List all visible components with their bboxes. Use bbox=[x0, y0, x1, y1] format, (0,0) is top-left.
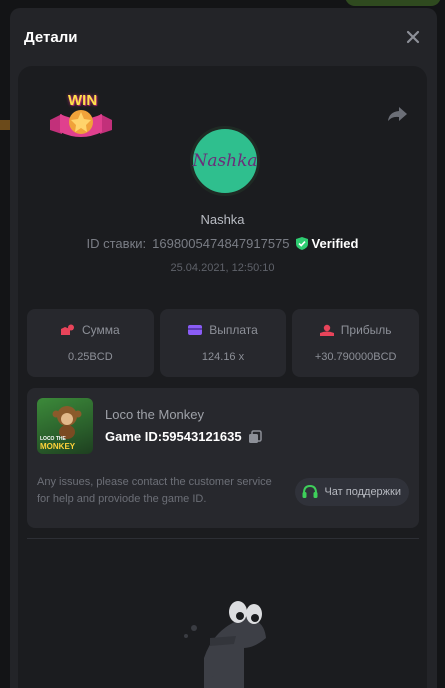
support-chat-label: Чат поддержки bbox=[324, 486, 401, 498]
stat-payout-head: Выплата bbox=[188, 323, 258, 337]
modal-header: Детали bbox=[10, 8, 437, 66]
profit-icon bbox=[319, 324, 334, 336]
stats-row: Сумма 0.25BCD Выплата 124.16 x Прибыль +… bbox=[27, 309, 420, 377]
game-id-row: Game ID: 59543121635 bbox=[105, 429, 262, 444]
headset-icon bbox=[302, 484, 318, 498]
close-button[interactable] bbox=[403, 27, 423, 47]
support-chat-button[interactable]: Чат поддержки bbox=[295, 478, 409, 506]
crocodile-mascot-icon bbox=[184, 601, 266, 688]
divider bbox=[27, 538, 419, 539]
copy-icon bbox=[248, 429, 262, 443]
game-id-label: Game ID: bbox=[105, 429, 163, 444]
copy-button[interactable] bbox=[248, 429, 262, 444]
game-thumbnail[interactable]: LOCO THE MONKEY bbox=[37, 398, 93, 454]
stat-amount-head: Сумма bbox=[60, 323, 120, 337]
verified-badge: Verified bbox=[295, 236, 359, 251]
stat-amount-label: Сумма bbox=[81, 323, 120, 337]
coin-icon bbox=[60, 324, 74, 335]
thumb-text-2: MONKEY bbox=[40, 442, 76, 451]
bet-id-value: 1698005474847917575 bbox=[152, 236, 290, 251]
backdrop-strip bbox=[0, 120, 10, 130]
verified-label: Verified bbox=[311, 236, 359, 251]
username: Nashka bbox=[200, 212, 245, 227]
stat-payout-label: Выплата bbox=[209, 323, 258, 337]
win-badge: WIN bbox=[46, 90, 116, 144]
bet-id-row: ID ставки: 1698005474847917575 Verified bbox=[18, 236, 427, 251]
stat-amount-value: 0.25BCD bbox=[68, 351, 113, 363]
game-id-value: 59543121635 bbox=[162, 429, 242, 444]
game-card: LOCO THE MONKEY Loco the Monkey Game ID:… bbox=[27, 388, 419, 528]
win-badge-text: WIN bbox=[68, 92, 98, 109]
close-icon bbox=[406, 30, 420, 44]
issue-notice: Any issues, please contact the customer … bbox=[37, 476, 272, 505]
bet-date: 25.04.2021, 12:50:10 bbox=[170, 262, 275, 274]
mascot-illustration bbox=[174, 588, 274, 688]
stat-profit: Прибыль +30.790000BCD bbox=[292, 309, 420, 377]
card-icon bbox=[188, 325, 203, 335]
details-modal: Детали WIN Nashka Nashka ID ставки: 1698… bbox=[10, 8, 437, 688]
user-avatar: Nashka bbox=[190, 126, 260, 196]
avatar-text: Nashka bbox=[192, 151, 258, 171]
share-arrow-icon bbox=[388, 107, 407, 121]
backdrop-pill bbox=[345, 0, 441, 6]
details-panel: WIN Nashka Nashka ID ставки: 16980054748… bbox=[18, 66, 427, 688]
game-name: Loco the Monkey bbox=[105, 407, 205, 422]
stat-payout: Выплата 124.16 x bbox=[159, 309, 287, 377]
bet-id-label: ID ставки: bbox=[86, 236, 147, 251]
stat-payout-value: 124.16 x bbox=[201, 351, 245, 363]
stat-amount: Сумма 0.25BCD bbox=[27, 309, 154, 377]
stat-profit-head: Прибыль bbox=[319, 323, 392, 337]
shield-check-icon bbox=[295, 237, 308, 250]
stat-profit-label: Прибыль bbox=[340, 323, 392, 337]
modal-title: Детали bbox=[24, 28, 78, 46]
stat-profit-value: +30.790000BCD bbox=[314, 351, 397, 363]
share-button[interactable] bbox=[385, 102, 409, 126]
